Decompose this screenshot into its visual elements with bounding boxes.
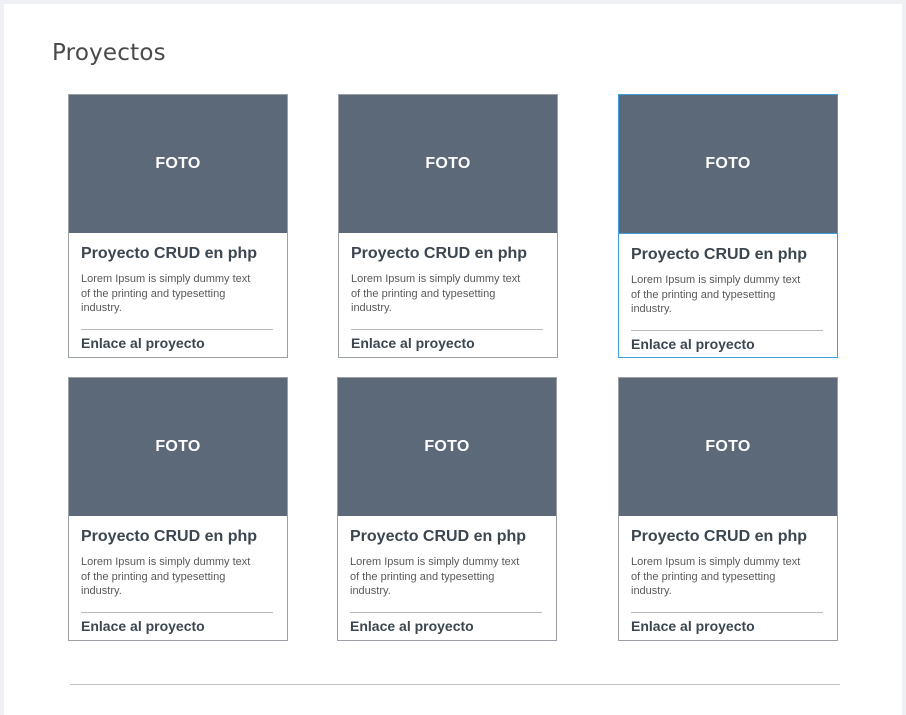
project-title: Proyecto CRUD en php [351, 245, 528, 262]
project-card-body: Proyecto CRUD en php Lorem Ipsum is simp… [339, 245, 557, 353]
project-card: FOTO Proyecto CRUD en php Lorem Ipsum is… [68, 377, 288, 641]
section-divider [70, 684, 840, 685]
project-description: Lorem Ipsum is simply dummy text of the … [351, 273, 521, 314]
project-card: FOTO Proyecto CRUD en php Lorem Ipsum is… [338, 94, 558, 358]
project-photo[interactable]: FOTO [69, 378, 287, 516]
project-card-body: Proyecto CRUD en php Lorem Ipsum is simp… [338, 528, 556, 636]
project-title: Proyecto CRUD en php [350, 528, 527, 545]
card-divider [631, 329, 823, 331]
card-divider [631, 611, 823, 613]
project-description: Lorem Ipsum is simply dummy text of the … [631, 274, 801, 315]
project-card-body: Proyecto CRUD en php Lorem Ipsum is simp… [619, 528, 837, 636]
project-card: FOTO Proyecto CRUD en php Lorem Ipsum is… [68, 94, 288, 358]
project-link[interactable]: Enlace al proyecto [351, 335, 475, 351]
project-photo[interactable]: FOTO [338, 378, 556, 516]
project-card-body: Proyecto CRUD en php Lorem Ipsum is simp… [619, 246, 837, 354]
project-card: FOTO Proyecto CRUD en php Lorem Ipsum is… [618, 377, 838, 641]
project-card-body: Proyecto CRUD en php Lorem Ipsum is simp… [69, 245, 287, 353]
project-photo[interactable]: FOTO [69, 95, 287, 233]
project-photo[interactable]: FOTO [339, 95, 557, 233]
project-link[interactable]: Enlace al proyecto [81, 618, 205, 634]
project-title: Proyecto CRUD en php [631, 246, 808, 263]
project-photo[interactable]: FOTO [619, 378, 837, 516]
card-divider [81, 328, 273, 330]
projects-page: Proyectos FOTO Proyecto CRUD en php Lore… [4, 4, 902, 715]
card-divider [351, 328, 543, 330]
project-title: Proyecto CRUD en php [81, 528, 258, 545]
project-description: Lorem Ipsum is simply dummy text of the … [81, 556, 251, 597]
project-description: Lorem Ipsum is simply dummy text of the … [81, 273, 251, 314]
project-title: Proyecto CRUD en php [631, 528, 808, 545]
project-link[interactable]: Enlace al proyecto [631, 336, 755, 352]
section-title: Proyectos [52, 40, 166, 66]
project-description: Lorem Ipsum is simply dummy text of the … [350, 556, 520, 597]
project-title: Proyecto CRUD en php [81, 245, 258, 262]
project-card: FOTO Proyecto CRUD en php Lorem Ipsum is… [618, 94, 838, 358]
project-photo[interactable]: FOTO [619, 95, 837, 234]
project-card-body: Proyecto CRUD en php Lorem Ipsum is simp… [69, 528, 287, 636]
project-link[interactable]: Enlace al proyecto [81, 335, 205, 351]
card-divider [350, 611, 542, 613]
project-card: FOTO Proyecto CRUD en php Lorem Ipsum is… [337, 377, 557, 641]
card-divider [81, 611, 273, 613]
project-link[interactable]: Enlace al proyecto [350, 618, 474, 634]
project-link[interactable]: Enlace al proyecto [631, 618, 755, 634]
project-description: Lorem Ipsum is simply dummy text of the … [631, 556, 801, 597]
